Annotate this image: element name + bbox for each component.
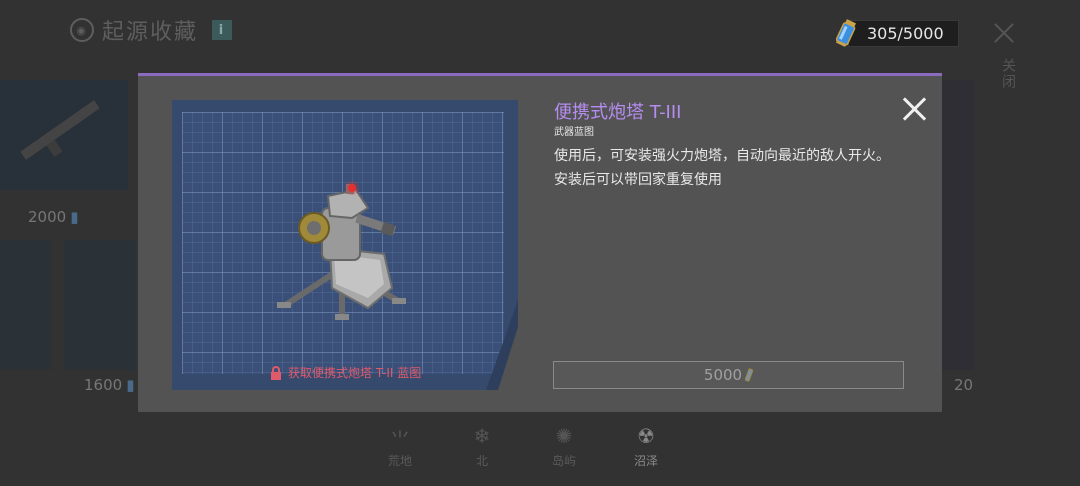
tab-north[interactable]: ❄ 北 bbox=[462, 424, 502, 469]
description-line: 使用后，可安装强火力炮塔，自动向最近的敌人开火。 bbox=[554, 148, 890, 164]
blueprint-panel: 获取便携式炮塔 T-II 蓝图 bbox=[172, 100, 518, 390]
rocket-launcher-icon bbox=[20, 100, 100, 160]
purchase-button[interactable]: 5000 bbox=[553, 361, 904, 389]
item-detail-modal: 获取便携式炮塔 T-II 蓝图 便携式炮塔 T-III 武器蓝图 使用后，可安装… bbox=[138, 73, 942, 412]
background-card-price: 1600 ▮ bbox=[84, 376, 135, 394]
blue-bottle-icon bbox=[745, 368, 754, 382]
description-line: 安装后可以带回家重复使用 bbox=[554, 172, 722, 188]
tab-wasteland[interactable]: ⺌ 荒地 bbox=[380, 424, 420, 469]
island-icon: ✺ bbox=[555, 424, 573, 448]
info-icon[interactable]: i bbox=[212, 20, 233, 40]
background-card-left-edge bbox=[0, 240, 52, 370]
item-name: 便携式炮塔 T-III bbox=[554, 102, 682, 123]
background-card-price: 2000 ▮ bbox=[28, 208, 79, 226]
tab-island[interactable]: ✺ 岛屿 bbox=[544, 424, 584, 469]
tab-label: 岛屿 bbox=[551, 454, 576, 468]
turret-icon bbox=[277, 181, 406, 320]
region-tab-bar: ⺌ 荒地 ❄ 北 ✺ 岛屿 ☢ 沼泽 bbox=[380, 424, 666, 469]
lock-icon bbox=[271, 365, 281, 380]
tab-label: 北 bbox=[475, 454, 488, 468]
currency-display: 305/5000 bbox=[836, 18, 959, 48]
tab-swamp[interactable]: ☢ 沼泽 bbox=[626, 424, 666, 469]
requirement-text: 获取便携式炮塔 T-II 蓝图 bbox=[288, 366, 422, 380]
snowflake-icon: ❄ bbox=[473, 424, 491, 448]
tab-label: 荒地 bbox=[387, 454, 412, 468]
price-value: 5000 bbox=[703, 366, 743, 384]
page-title: 起源收藏 bbox=[102, 20, 199, 45]
grass-icon: ⺌ bbox=[390, 428, 410, 452]
background-card-rocket bbox=[0, 80, 128, 190]
close-screen-button[interactable] bbox=[988, 18, 1020, 50]
item-description: 使用后，可安装强火力炮塔，自动向最近的敌人开火。 安装后可以带回家重复使用 bbox=[554, 144, 904, 192]
blue-bottle-icon bbox=[836, 19, 856, 47]
background-card-crate bbox=[64, 240, 136, 370]
unlock-requirement: 获取便携式炮塔 T-II 蓝图 bbox=[270, 364, 421, 381]
close-modal-button[interactable] bbox=[900, 94, 930, 124]
collection-header: ◉ 起源收藏 i bbox=[70, 14, 233, 46]
background-card-price: 20 bbox=[954, 376, 974, 394]
radiation-icon: ☢ bbox=[637, 424, 655, 448]
close-screen-label: 关闭 bbox=[1000, 58, 1016, 90]
background-card-right bbox=[942, 80, 974, 370]
item-type: 武器蓝图 bbox=[554, 127, 594, 138]
currency-value: 305/5000 bbox=[848, 19, 959, 47]
origin-icon: ◉ bbox=[70, 18, 94, 42]
tab-label: 沼泽 bbox=[633, 454, 658, 468]
